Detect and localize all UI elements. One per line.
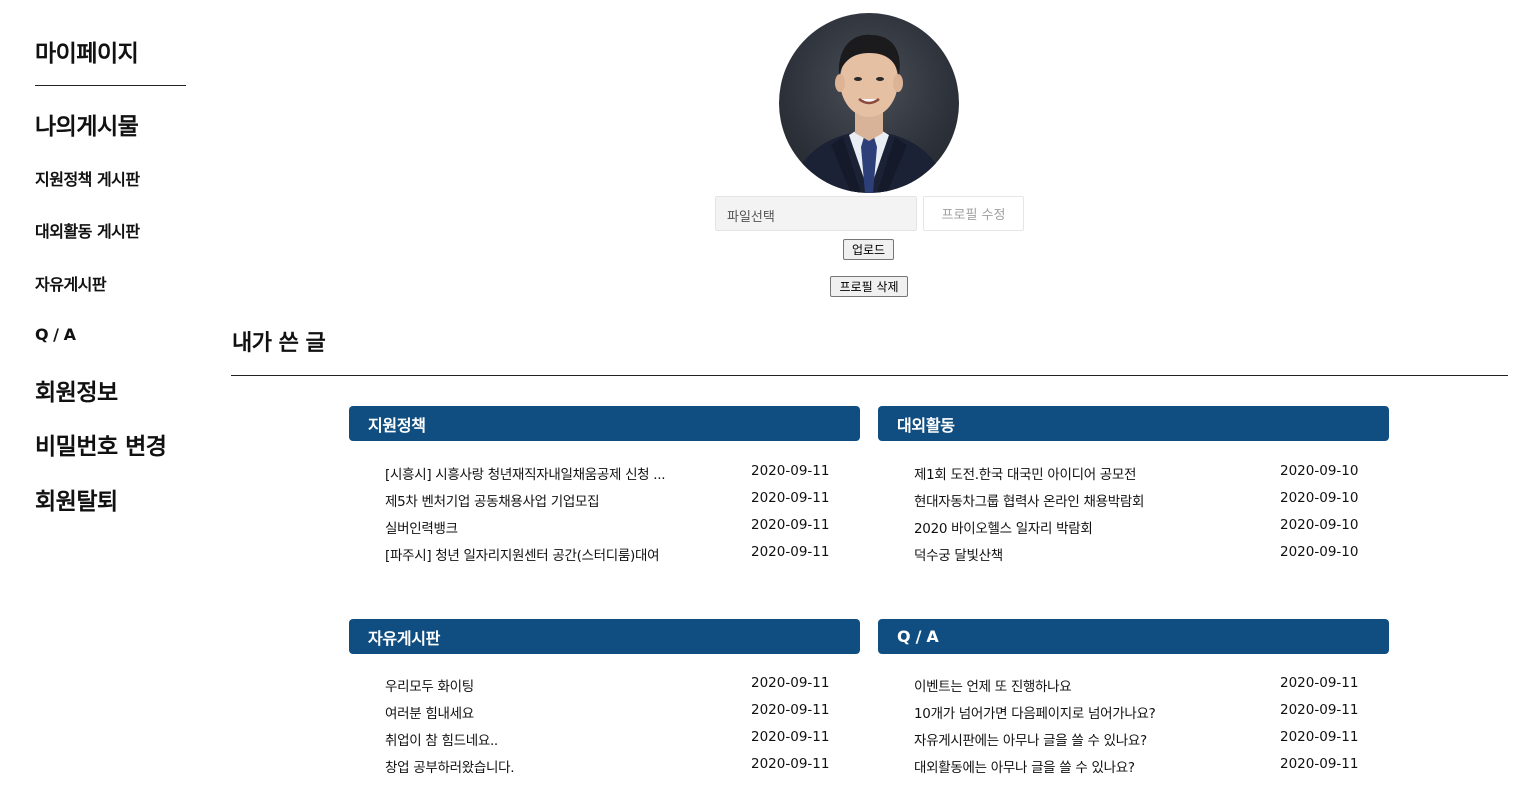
my-posts-divider [231, 375, 1508, 376]
post-list: 우리모두 화이팅 2020-09-11 여러분 힘내세요 2020-09-11 취업… [349, 675, 860, 783]
post-title[interactable]: 제1회 도전.한국 대국민 아이디어 공모전 [914, 463, 1250, 483]
my-posts-title: 내가 쓴 글 [232, 331, 326, 356]
profile-photo [789, 34, 949, 193]
list-item: [시흥시] 시흥사랑 청년재직자내일채움공제 신청 ... 2020-09-11 [349, 463, 860, 490]
panel-policy: 지원정책 [시흥시] 시흥사랑 청년재직자내일채움공제 신청 ... 2020-0… [349, 406, 860, 571]
list-item: 자유게시판에는 아무나 글을 쓸 수 있나요? 2020-09-11 [878, 729, 1389, 756]
list-item: 10개가 넘어가면 다음페이지로 넘어가나요? 2020-09-11 [878, 702, 1389, 729]
post-list: 이벤트는 언제 또 진행하나요 2020-09-11 10개가 넘어가면 다음페이… [878, 675, 1389, 783]
post-title[interactable]: [시흥시] 시흥사랑 청년재직자내일채움공제 신청 ... [385, 463, 721, 483]
sidebar-title: 마이페이지 [35, 41, 139, 67]
post-date: 2020-09-11 [1280, 756, 1359, 772]
list-item: 제1회 도전.한국 대국민 아이디어 공모전 2020-09-10 [878, 463, 1389, 490]
post-date: 2020-09-11 [1280, 702, 1359, 718]
sidebar-item-policy-board[interactable]: 지원정책 게시판 [35, 166, 140, 190]
list-item: 여러분 힘내세요 2020-09-11 [349, 702, 860, 729]
sidebar-item-activity-board[interactable]: 대외활동 게시판 [35, 218, 140, 242]
list-item: 창업 공부하러왔습니다. 2020-09-11 [349, 756, 860, 783]
post-title[interactable]: [파주시] 청년 일자리지원센터 공간(스터디룸)대여 [385, 544, 721, 564]
post-title[interactable]: 취업이 참 힘드네요.. [385, 729, 721, 749]
list-item: 우리모두 화이팅 2020-09-11 [349, 675, 860, 702]
panel-free-board: 자유게시판 우리모두 화이팅 2020-09-11 여러분 힘내세요 2020-09… [349, 619, 860, 783]
post-title[interactable]: 우리모두 화이팅 [385, 675, 721, 695]
post-list: 제1회 도전.한국 대국민 아이디어 공모전 2020-09-10 현대자동차그룹… [878, 463, 1389, 571]
list-item: [파주시] 청년 일자리지원센터 공간(스터디룸)대여 2020-09-11 [349, 544, 860, 571]
sidebar-divider [35, 85, 186, 86]
list-item: 현대자동차그룹 협력사 온라인 채용박람회 2020-09-10 [878, 490, 1389, 517]
list-item: 대외활동에는 아무나 글을 쓸 수 있나요? 2020-09-11 [878, 756, 1389, 783]
list-item: 덕수궁 달빛산책 2020-09-10 [878, 544, 1389, 571]
post-list: [시흥시] 시흥사랑 청년재직자내일채움공제 신청 ... 2020-09-11 … [349, 463, 860, 571]
post-date: 2020-09-11 [751, 517, 830, 533]
list-item: 실버인력뱅크 2020-09-11 [349, 517, 860, 544]
panel-header[interactable]: 지원정책 [349, 406, 860, 441]
file-select-input[interactable]: 파일선택 [715, 196, 917, 231]
post-date: 2020-09-11 [751, 490, 830, 506]
post-date: 2020-09-11 [1280, 675, 1359, 691]
post-title[interactable]: 제5차 벤처기업 공동채용사업 기업모집 [385, 490, 721, 510]
post-date: 2020-09-10 [1280, 490, 1359, 506]
list-item: 2020 바이오헬스 일자리 박람회 2020-09-10 [878, 517, 1389, 544]
post-date: 2020-09-11 [751, 729, 830, 745]
post-title[interactable]: 10개가 넘어가면 다음페이지로 넘어가나요? [914, 702, 1250, 722]
profile-avatar [779, 13, 959, 193]
post-date: 2020-09-11 [751, 463, 830, 479]
list-item: 이벤트는 언제 또 진행하나요 2020-09-11 [878, 675, 1389, 702]
post-date: 2020-09-11 [751, 702, 830, 718]
post-date: 2020-09-11 [751, 675, 830, 691]
upload-button[interactable]: 업로드 [843, 239, 894, 260]
post-date: 2020-09-11 [751, 756, 830, 772]
post-title[interactable]: 덕수궁 달빛산책 [914, 544, 1250, 564]
panel-qa: Q / A 이벤트는 언제 또 진행하나요 2020-09-11 10개가 넘어가… [878, 619, 1389, 783]
post-date: 2020-09-11 [751, 544, 830, 560]
sidebar-item-free-board[interactable]: 자유게시판 [35, 271, 107, 295]
sidebar-item-withdraw[interactable]: 회원탈퇴 [35, 482, 118, 516]
panel-header[interactable]: 자유게시판 [349, 619, 860, 654]
post-date: 2020-09-10 [1280, 463, 1359, 479]
post-title[interactable]: 현대자동차그룹 협력사 온라인 채용박람회 [914, 490, 1250, 510]
sidebar-item-change-password[interactable]: 비밀번호 변경 [35, 427, 167, 461]
post-date: 2020-09-10 [1280, 517, 1359, 533]
post-title[interactable]: 대외활동에는 아무나 글을 쓸 수 있나요? [914, 756, 1250, 776]
delete-profile-button[interactable]: 프로필 삭제 [830, 276, 908, 297]
post-title[interactable]: 자유게시판에는 아무나 글을 쓸 수 있나요? [914, 729, 1250, 749]
panel-activity: 대외활동 제1회 도전.한국 대국민 아이디어 공모전 2020-09-10 현대… [878, 406, 1389, 571]
post-date: 2020-09-11 [1280, 729, 1359, 745]
post-title[interactable]: 실버인력뱅크 [385, 517, 721, 537]
list-item: 취업이 참 힘드네요.. 2020-09-11 [349, 729, 860, 756]
post-title[interactable]: 여러분 힘내세요 [385, 702, 721, 722]
panel-header[interactable]: 대외활동 [878, 406, 1389, 441]
post-title[interactable]: 2020 바이오헬스 일자리 박람회 [914, 517, 1250, 537]
post-title[interactable]: 이벤트는 언제 또 진행하나요 [914, 675, 1250, 695]
sidebar-item-member-info[interactable]: 회원정보 [35, 373, 118, 407]
post-date: 2020-09-10 [1280, 544, 1359, 560]
edit-profile-button[interactable]: 프로필 수정 [923, 196, 1024, 231]
sidebar-item-my-posts[interactable]: 나의게시물 [35, 107, 139, 141]
sidebar-item-qa[interactable]: Q / A [35, 325, 76, 344]
list-item: 제5차 벤처기업 공동채용사업 기업모집 2020-09-11 [349, 490, 860, 517]
post-title[interactable]: 창업 공부하러왔습니다. [385, 756, 721, 776]
panel-header[interactable]: Q / A [878, 619, 1389, 654]
